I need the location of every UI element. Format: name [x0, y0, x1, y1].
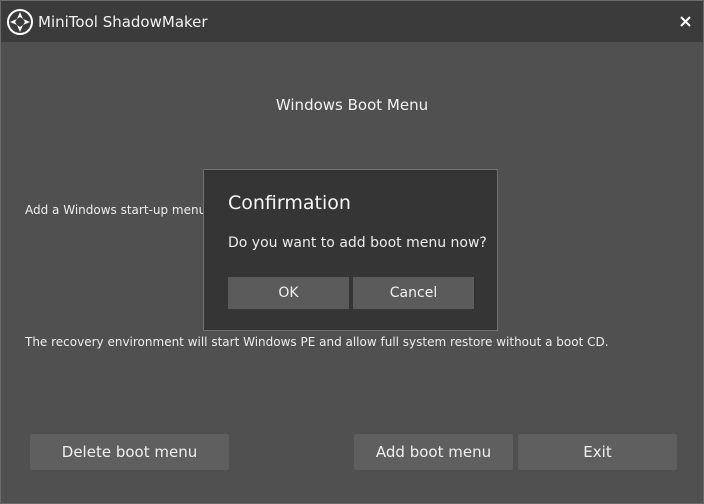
- close-button[interactable]: [675, 9, 695, 33]
- add-boot-menu-button[interactable]: Add boot menu: [354, 434, 513, 470]
- window-title: MiniTool ShadowMaker: [38, 13, 208, 31]
- dialog-message: Do you want to add boot menu now?: [228, 235, 487, 251]
- exit-button[interactable]: Exit: [518, 434, 677, 470]
- dialog-title: Confirmation: [228, 192, 351, 214]
- confirmation-dialog: Confirmation Do you want to add boot men…: [203, 169, 498, 331]
- delete-boot-menu-button[interactable]: Delete boot menu: [30, 434, 229, 470]
- ok-button[interactable]: OK: [228, 277, 349, 309]
- recovery-description-text: The recovery environment will start Wind…: [25, 335, 609, 349]
- page-title: Windows Boot Menu: [275, 96, 429, 114]
- description-text: Add a Windows start-up menu op: [25, 203, 225, 217]
- title-bar: MiniTool ShadowMaker: [1, 1, 703, 42]
- close-icon: [679, 12, 691, 31]
- minitool-logo-icon: [7, 9, 33, 35]
- cancel-button[interactable]: Cancel: [353, 277, 474, 309]
